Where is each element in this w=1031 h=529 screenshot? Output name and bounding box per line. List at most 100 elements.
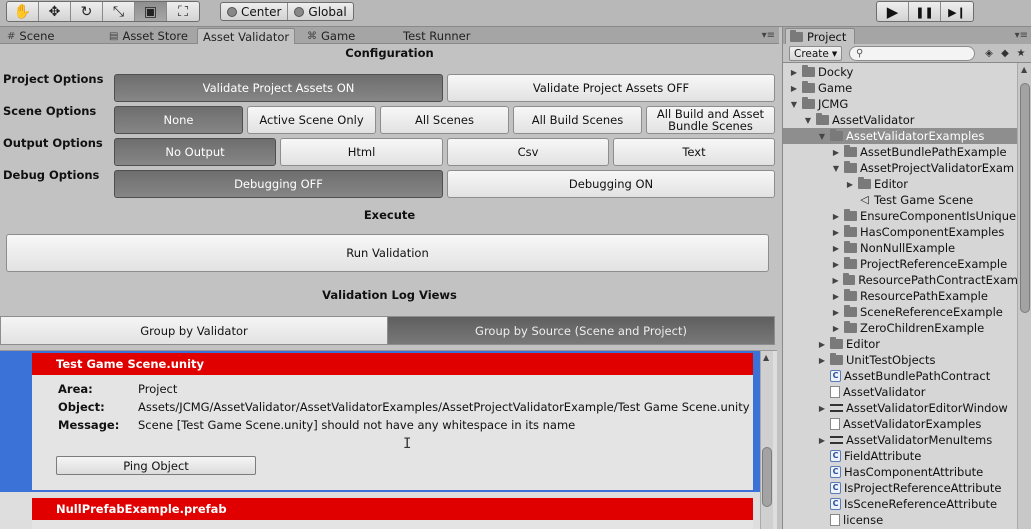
project-tree-item[interactable]: AssetValidator [783, 384, 1018, 400]
project-tree-item[interactable]: ▶ AssetValidatorEditorWindow [783, 400, 1018, 416]
move-tool-button[interactable]: ✥ [39, 2, 71, 21]
scroll-up-icon[interactable]: ▲ [1021, 65, 1027, 74]
step-button[interactable]: ▶❙ [941, 2, 973, 21]
chevron-right-icon[interactable]: ▶ [831, 292, 841, 301]
project-tree-item[interactable]: ▶ Docky [783, 64, 1018, 80]
project-tree-item[interactable]: ▶ AssetValidatorMenuItems [783, 432, 1018, 448]
project-scroll-thumb[interactable] [1020, 83, 1030, 313]
project-tree-item[interactable]: C FieldAttribute [783, 448, 1018, 464]
chevron-down-icon[interactable]: ▼ [803, 116, 813, 125]
chevron-down-icon[interactable]: ▼ [831, 164, 841, 173]
output-csv-button[interactable]: Csv [447, 138, 609, 166]
output-text-button[interactable]: Text [613, 138, 775, 166]
chevron-down-icon[interactable]: ▼ [789, 100, 799, 109]
scene-all-build-button[interactable]: All Build Scenes [513, 106, 642, 134]
chevron-right-icon[interactable]: ▶ [831, 260, 841, 269]
project-tree-item[interactable]: ▼ AssetValidatorExamples [783, 128, 1018, 144]
favorites-icon[interactable]: ★ [1013, 46, 1029, 61]
hand-tool-button[interactable]: ✋ [7, 2, 39, 21]
project-tree-item[interactable]: ▶ EnsureComponentIsUnique [783, 208, 1018, 224]
project-tree-item[interactable]: ▼ JCMG [783, 96, 1018, 112]
scene-none-button[interactable]: None [114, 106, 243, 134]
chevron-right-icon[interactable]: ▶ [831, 276, 840, 285]
project-tab-menu-icon[interactable]: ▾≡ [1015, 30, 1028, 41]
chevron-right-icon[interactable]: ▶ [831, 308, 841, 317]
chevron-right-icon[interactable]: ▶ [831, 324, 841, 333]
project-tree-item[interactable]: license [783, 512, 1018, 528]
ping-object-button[interactable]: Ping Object [56, 456, 256, 475]
tab-menu-icon[interactable]: ▾≡ [762, 30, 775, 41]
validate-project-on-button[interactable]: Validate Project Assets ON [114, 74, 443, 102]
filter-by-label-icon[interactable]: ◆ [997, 46, 1013, 61]
transform-tool-button[interactable]: ⛶ [167, 2, 199, 21]
scroll-up-icon[interactable]: ▲ [763, 353, 769, 362]
debugging-off-button[interactable]: Debugging OFF [114, 170, 443, 198]
create-dropdown[interactable]: Create ▼ [789, 46, 843, 61]
scale-tool-button[interactable]: ⤡ [103, 2, 135, 21]
project-tree-item[interactable]: ◁ Test Game Scene [783, 192, 1018, 208]
project-tree-item[interactable]: ▶ ProjectReferenceExample [783, 256, 1018, 272]
tab-project[interactable]: Project [785, 28, 856, 44]
chevron-right-icon[interactable]: ▶ [789, 84, 799, 93]
chevron-right-icon[interactable]: ▶ [831, 148, 841, 157]
chevron-right-icon[interactable]: ▶ [817, 404, 827, 413]
scene-all-button[interactable]: All Scenes [380, 106, 509, 134]
project-tree-item[interactable]: C IsSceneReferenceAttribute [783, 496, 1018, 512]
project-tree-item[interactable]: ▶ ResourcePathContractExam [783, 272, 1018, 288]
project-tree-item[interactable]: ▶ AssetBundlePathExample [783, 144, 1018, 160]
project-tree-item[interactable]: ▶ Editor [783, 336, 1018, 352]
project-tree-item-label: Editor [846, 337, 881, 351]
group-by-validator-button[interactable]: Group by Validator [1, 317, 388, 344]
scene-active-only-button[interactable]: Active Scene Only [247, 106, 376, 134]
tab-scene[interactable]: # Scene [2, 28, 59, 44]
project-tree-item[interactable]: ▼ AssetProjectValidatorExam [783, 160, 1018, 176]
chevron-right-icon[interactable]: ▶ [831, 212, 841, 221]
chevron-right-icon[interactable]: ▶ [817, 356, 827, 365]
project-tree-item[interactable]: ▶ ZeroChildrenExample [783, 320, 1018, 336]
log-entry[interactable]: Test Game Scene.unity Area: Project Obje… [32, 353, 753, 490]
pivot-center-button[interactable]: Center [221, 3, 289, 20]
project-tree-item[interactable]: ▶ SceneReferenceExample [783, 304, 1018, 320]
tab-test-runner[interactable]: Test Runner [398, 28, 475, 44]
log-scroll-thumb[interactable] [762, 447, 772, 507]
log-entry[interactable]: NullPrefabExample.prefab [32, 498, 753, 529]
tab-asset-store[interactable]: ▤ Asset Store [104, 28, 193, 44]
project-tree-item[interactable]: ▶ Editor [783, 176, 1018, 192]
chevron-right-icon[interactable]: ▶ [789, 68, 799, 77]
chevron-right-icon[interactable]: ▶ [817, 436, 827, 445]
debugging-on-button[interactable]: Debugging ON [447, 170, 775, 198]
pause-button[interactable]: ❚❚ [909, 2, 941, 21]
project-tree-item[interactable]: C HasComponentAttribute [783, 464, 1018, 480]
scene-build-and-bundle-button[interactable]: All Build and Asset Bundle Scenes [646, 106, 775, 134]
run-validation-button[interactable]: Run Validation [6, 234, 769, 272]
project-tree-item[interactable]: ▶ NonNullExample [783, 240, 1018, 256]
project-tree-item[interactable]: ▶ ResourcePathExample [783, 288, 1018, 304]
project-tree-item[interactable]: AssetValidatorExamples [783, 416, 1018, 432]
project-tree-item[interactable]: ▼ AssetValidator [783, 112, 1018, 128]
filter-by-type-icon[interactable]: ◈ [981, 46, 997, 61]
pivot-global-button[interactable]: Global [288, 3, 352, 20]
project-tree-item-label: AssetValidatorEditorWindow [846, 401, 1008, 415]
chevron-right-icon[interactable]: ▶ [845, 180, 855, 189]
project-tree-item[interactable]: ▶ UnitTestObjects [783, 352, 1018, 368]
play-button[interactable]: ▶ [877, 2, 909, 21]
chevron-right-icon[interactable]: ▶ [817, 340, 827, 349]
output-html-button[interactable]: Html [280, 138, 443, 166]
log-scrollbar[interactable]: ▲ [760, 351, 773, 529]
project-tree-item[interactable]: C IsProjectReferenceAttribute [783, 480, 1018, 496]
project-search-input[interactable]: ⚲ [849, 46, 975, 61]
rotate-tool-button[interactable]: ↻ [71, 2, 103, 21]
project-tree-item[interactable]: ▶ Game [783, 80, 1018, 96]
tab-game[interactable]: ⌘ Game [302, 28, 360, 44]
project-tree-item[interactable]: C AssetBundlePathContract [783, 368, 1018, 384]
validate-project-off-button[interactable]: Validate Project Assets OFF [447, 74, 775, 102]
output-none-button[interactable]: No Output [114, 138, 276, 166]
chevron-right-icon[interactable]: ▶ [831, 228, 841, 237]
rect-tool-button[interactable]: ▣ [135, 2, 167, 21]
chevron-right-icon[interactable]: ▶ [831, 244, 841, 253]
chevron-down-icon[interactable]: ▼ [817, 132, 827, 141]
project-scrollbar[interactable]: ▲ [1017, 63, 1031, 529]
tab-asset-validator[interactable]: Asset Validator [197, 28, 296, 44]
project-tree-item[interactable]: ▶ HasComponentExamples [783, 224, 1018, 240]
group-by-source-button[interactable]: Group by Source (Scene and Project) [388, 317, 774, 344]
